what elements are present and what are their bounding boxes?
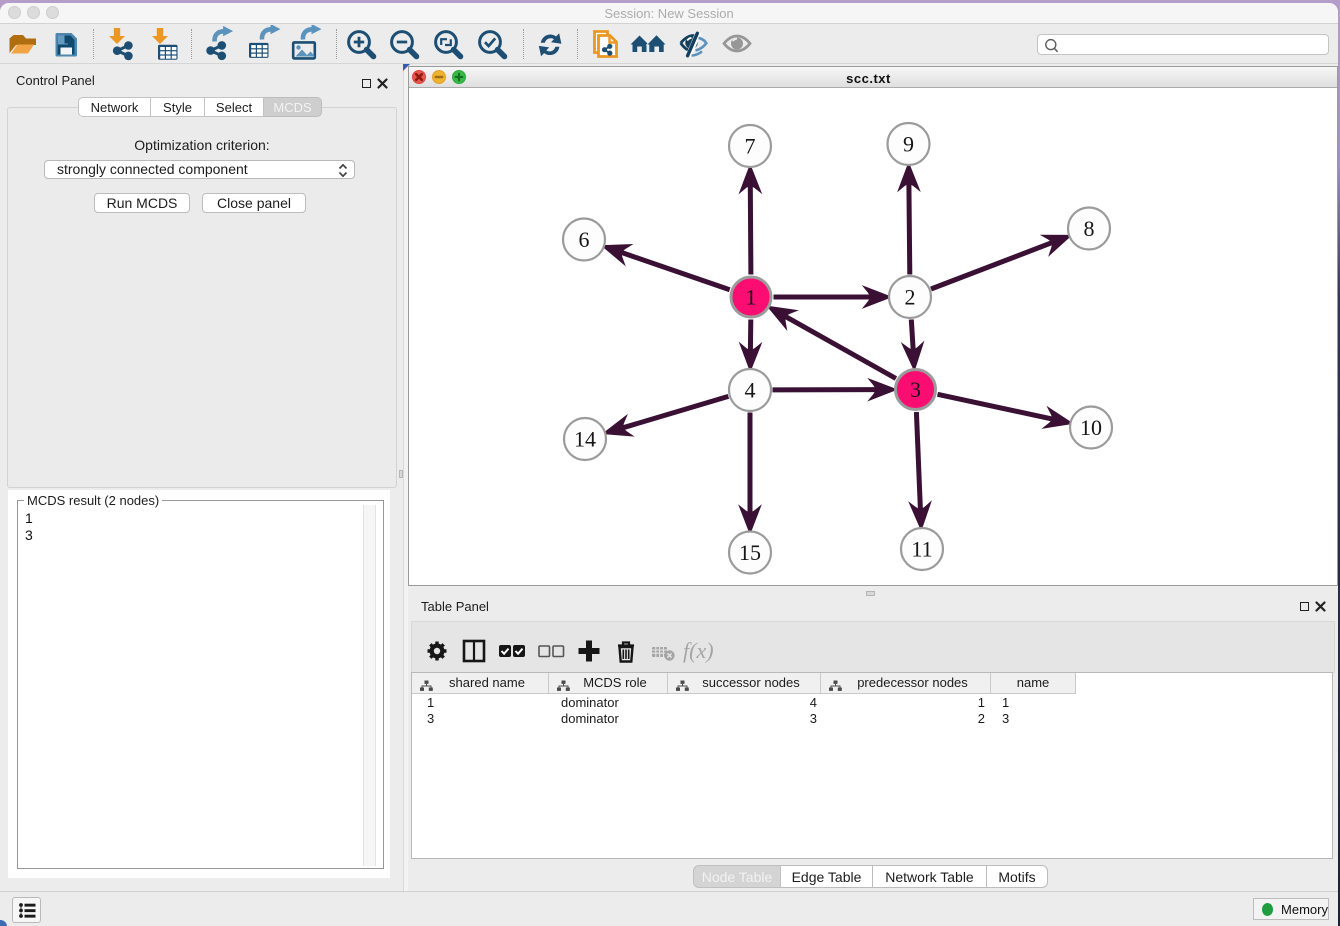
svg-text:f(x): f(x) xyxy=(683,638,714,663)
svg-text:14: 14 xyxy=(574,427,596,452)
svg-text:8: 8 xyxy=(1084,216,1095,241)
svg-text:7: 7 xyxy=(745,134,756,159)
svg-text:9: 9 xyxy=(903,132,914,157)
svg-text:11: 11 xyxy=(911,537,932,562)
svg-text:10: 10 xyxy=(1080,415,1102,440)
svg-text:15: 15 xyxy=(739,540,761,565)
svg-text:6: 6 xyxy=(579,227,590,252)
svg-text:3: 3 xyxy=(910,377,921,402)
svg-text:2: 2 xyxy=(905,285,916,310)
svg-text:1: 1 xyxy=(746,285,757,310)
svg-text:4: 4 xyxy=(745,378,756,403)
